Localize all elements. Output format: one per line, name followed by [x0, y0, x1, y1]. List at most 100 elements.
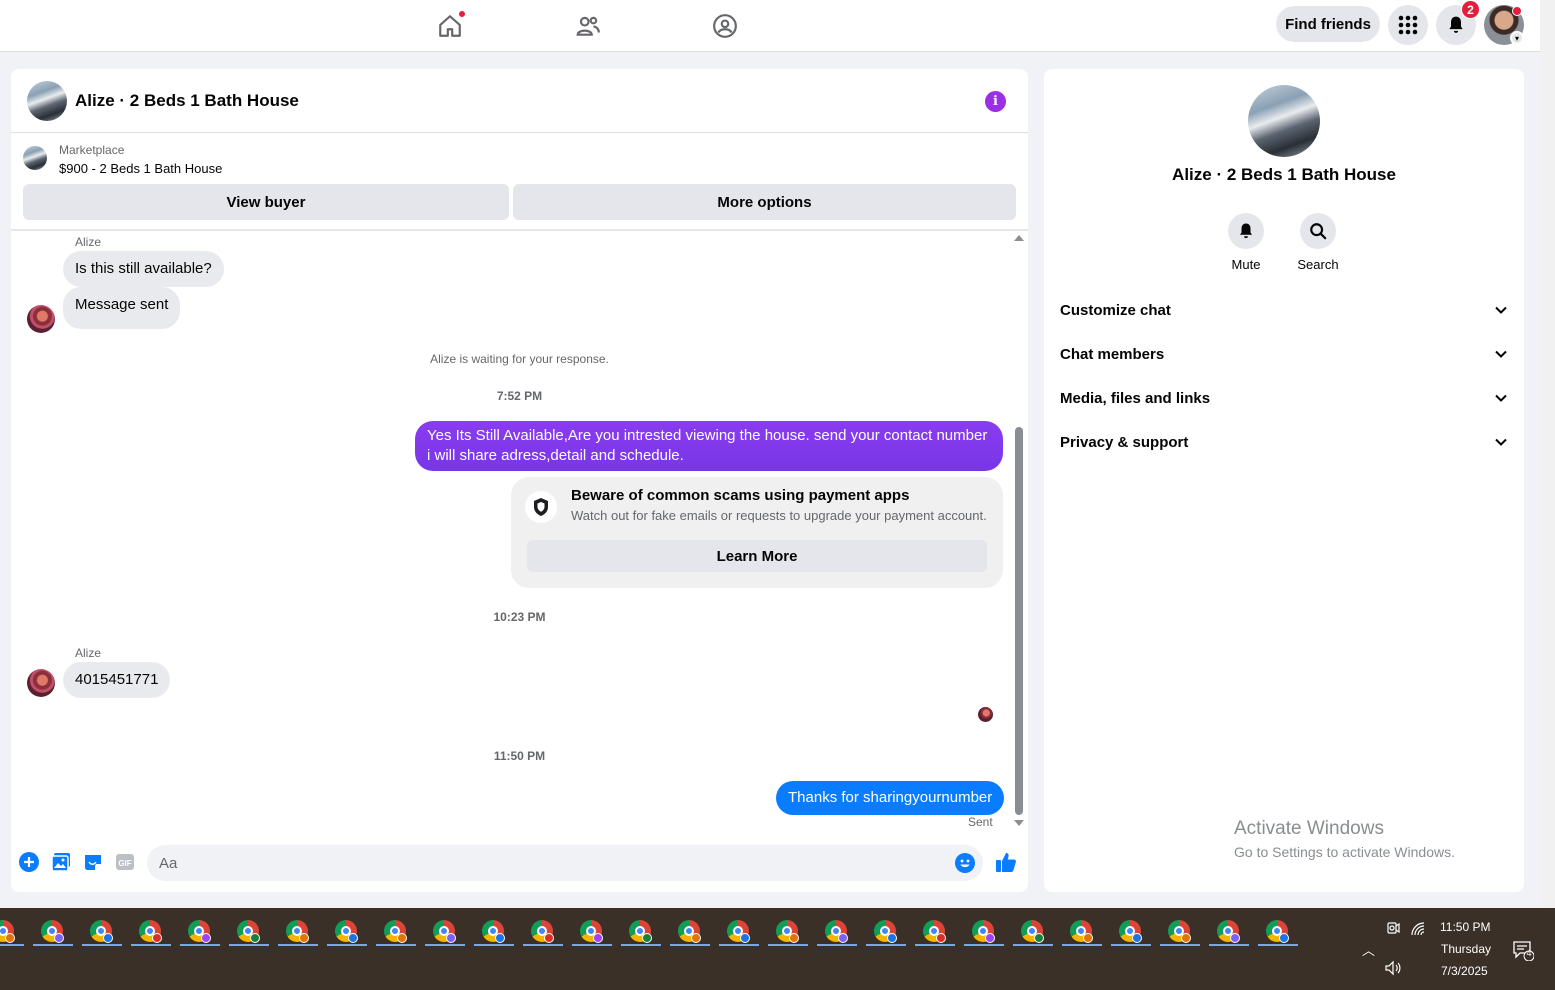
taskbar-chrome-window[interactable] — [1217, 920, 1241, 944]
profile-badge-icon — [201, 933, 211, 943]
mute-button[interactable]: Mute — [1216, 213, 1276, 272]
taskbar-chrome-window[interactable] — [1021, 920, 1045, 944]
customize-chat-section[interactable]: Customize chat — [1060, 288, 1508, 332]
taskbar-chrome-window[interactable] — [776, 920, 800, 944]
chevron-down-icon[interactable]: ▾ — [1510, 31, 1524, 45]
outgoing-message[interactable]: Yes Its Still Available,Are you intreste… — [415, 421, 1003, 471]
page-scrollbar[interactable] — [1540, 0, 1555, 908]
sender-name: Alize — [75, 235, 102, 249]
taskbar-chrome-window[interactable] — [433, 920, 457, 944]
taskbar-chrome-window[interactable] — [0, 920, 16, 944]
clock-time[interactable]: 11:50 PM — [1440, 920, 1490, 934]
chat-members-section[interactable]: Chat members — [1060, 332, 1508, 376]
profile-badge-icon — [1279, 933, 1289, 943]
taskbar-chrome-window[interactable] — [874, 920, 898, 944]
taskbar-chrome-window[interactable] — [139, 920, 163, 944]
taskbar-chrome-window[interactable] — [41, 920, 65, 944]
friends-icon[interactable] — [568, 6, 608, 46]
taskbar-active-indicator — [719, 944, 759, 946]
taskbar-chrome-window[interactable] — [482, 920, 506, 944]
profile-badge-icon — [789, 933, 799, 943]
taskbar-chrome-window[interactable] — [286, 920, 310, 944]
watermark-subtitle: Go to Settings to activate Windows. — [1234, 844, 1455, 860]
clock-day[interactable]: Thursday — [1441, 942, 1491, 956]
meet-now-icon[interactable] — [1386, 921, 1400, 938]
volume-icon[interactable] — [1384, 960, 1402, 979]
profile-badge-icon — [1230, 933, 1240, 943]
profile-badge-icon — [838, 933, 848, 943]
profile-badge-icon — [446, 933, 456, 943]
outgoing-message[interactable]: Thanks for sharingyournumber — [776, 781, 1005, 815]
conversation-title[interactable]: Alize · 2 Beds 1 Bath House — [75, 91, 299, 111]
action-center-icon[interactable]: 4 — [1512, 939, 1535, 964]
listing-thumbnail[interactable] — [23, 146, 47, 170]
gif-icon[interactable]: GIF — [115, 852, 135, 872]
profile-badge-icon — [54, 933, 64, 943]
emoji-icon[interactable] — [955, 853, 975, 878]
learn-more-button[interactable]: Learn More — [527, 540, 987, 572]
search-button[interactable]: Search — [1288, 213, 1348, 272]
taskbar-chrome-window[interactable] — [678, 920, 702, 944]
taskbar-chrome-window[interactable] — [629, 920, 653, 944]
search-icon — [1300, 213, 1336, 249]
photo-icon[interactable] — [51, 852, 71, 872]
profile-badge-icon — [544, 933, 554, 943]
taskbar-chrome-window[interactable] — [531, 920, 555, 944]
profile-badge-icon — [936, 933, 946, 943]
taskbar-chrome-window[interactable] — [825, 920, 849, 944]
sticker-icon[interactable] — [83, 852, 103, 872]
incoming-message[interactable]: Message sent — [63, 287, 181, 329]
info-icon[interactable]: i — [985, 91, 1006, 112]
sent-status: Sent — [968, 815, 993, 829]
taskbar-active-indicator — [474, 944, 514, 946]
menu-grid-icon[interactable] — [1388, 5, 1428, 45]
taskbar-chrome-window[interactable] — [188, 920, 212, 944]
more-options-button[interactable]: More options — [513, 184, 1016, 220]
taskbar-chrome-window[interactable] — [1070, 920, 1094, 944]
taskbar-chrome-window[interactable] — [335, 920, 359, 944]
taskbar-chrome-window[interactable] — [580, 920, 604, 944]
clock-date[interactable]: 7/3/2025 — [1441, 964, 1488, 978]
incoming-message[interactable]: 4015451771 — [63, 662, 171, 698]
watermark-title: Activate Windows — [1234, 818, 1384, 839]
home-notification-dot — [458, 10, 466, 18]
media-files-links-section[interactable]: Media, files and links — [1060, 376, 1508, 420]
taskbar-chrome-window[interactable] — [90, 920, 114, 944]
conversation-avatar-large[interactable] — [1248, 85, 1320, 157]
incoming-message[interactable]: Is this still available? — [63, 251, 224, 287]
find-friends-button[interactable]: Find friends — [1276, 6, 1380, 42]
profile-badge-icon — [1083, 933, 1093, 943]
taskbar-chrome-window[interactable] — [1266, 920, 1290, 944]
profile-badge-icon — [495, 933, 505, 943]
taskbar-active-indicator — [33, 944, 73, 946]
taskbar-chrome-window[interactable] — [727, 920, 751, 944]
sender-avatar[interactable] — [27, 305, 55, 333]
taskbar-chrome-window[interactable] — [1168, 920, 1192, 944]
taskbar-chrome-window[interactable] — [923, 920, 947, 944]
conversation-avatar[interactable] — [27, 81, 67, 121]
taskbar-chrome-window[interactable] — [972, 920, 996, 944]
chevron-up-icon[interactable]: ︿ — [1362, 940, 1375, 959]
plus-icon[interactable] — [19, 852, 39, 872]
taskbar-chrome-window[interactable] — [384, 920, 408, 944]
privacy-support-section[interactable]: Privacy & support — [1060, 420, 1508, 464]
timestamp: 11:50 PM — [493, 749, 546, 763]
taskbar-chrome-window[interactable] — [237, 920, 261, 944]
taskbar-chrome-window[interactable] — [1119, 920, 1143, 944]
profile-badge-icon — [691, 933, 701, 943]
windows-taskbar: ︿ 11:50 PM Thursday 7/3/2025 4 — [0, 908, 1555, 990]
groups-icon[interactable] — [705, 6, 745, 46]
message-scrollbar-thumb[interactable] — [1015, 427, 1023, 815]
view-buyer-button[interactable]: View buyer — [23, 184, 509, 220]
scroll-up-arrow-icon[interactable] — [1014, 235, 1024, 241]
home-icon[interactable] — [430, 6, 470, 46]
message-list[interactable]: Alize Is this still available? Message s… — [11, 231, 1028, 831]
taskbar-active-indicator — [0, 944, 24, 946]
thumbs-up-icon[interactable] — [995, 852, 1017, 872]
network-icon[interactable] — [1410, 921, 1426, 940]
sender-avatar[interactable] — [27, 669, 55, 697]
marketplace-label: Marketplace — [59, 143, 125, 157]
listing-title[interactable]: $900 - 2 Beds 1 Bath House — [59, 161, 222, 176]
scroll-down-arrow-icon[interactable] — [1014, 820, 1024, 826]
message-input[interactable] — [147, 845, 927, 881]
